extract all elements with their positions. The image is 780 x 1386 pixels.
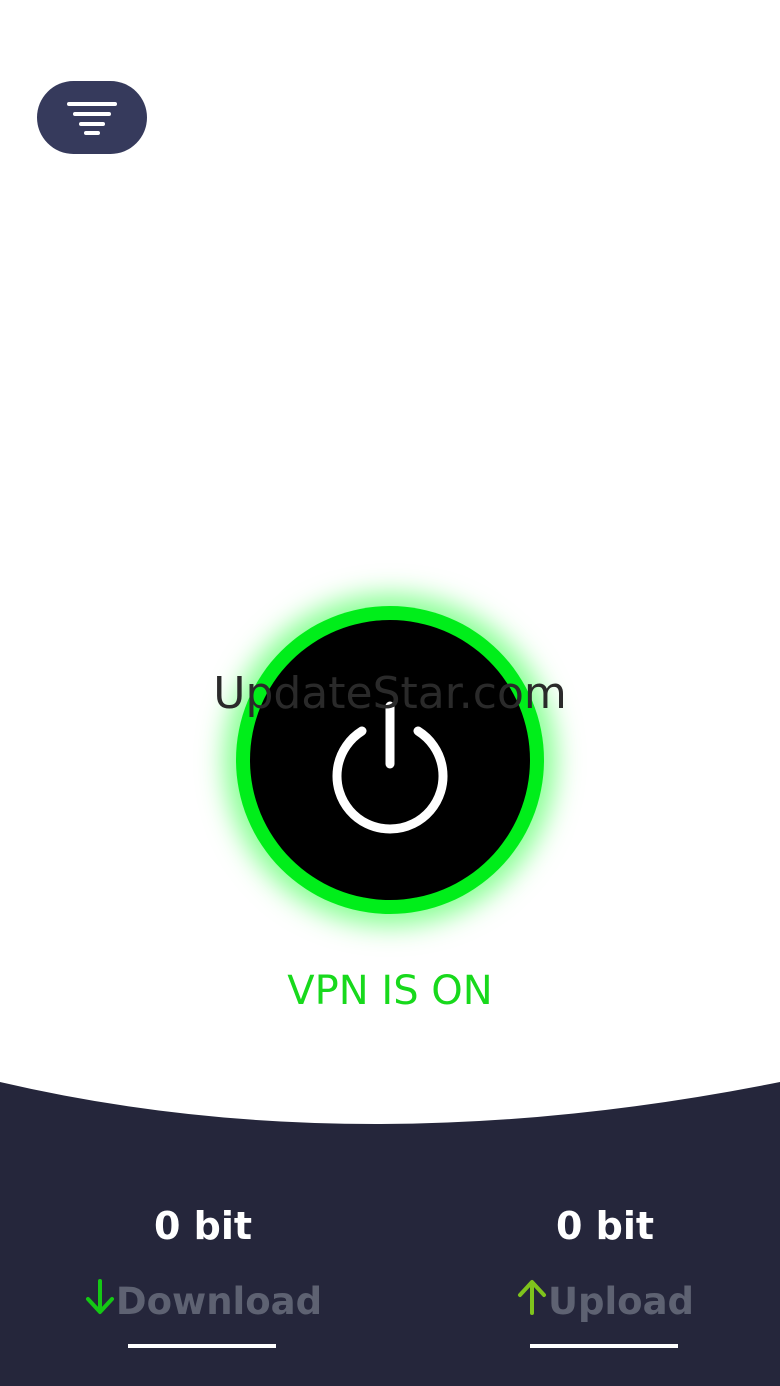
arrow-down-icon	[84, 1278, 116, 1325]
download-underline	[128, 1344, 276, 1348]
upload-tab[interactable]: Upload	[455, 1278, 755, 1325]
arrow-up-icon	[516, 1278, 548, 1325]
download-label: Download	[115, 1280, 323, 1323]
filter-menu-icon	[67, 101, 117, 135]
power-button[interactable]	[250, 620, 530, 900]
upload-value: 0 bit	[555, 1204, 655, 1248]
download-tab[interactable]: Download	[53, 1278, 353, 1325]
upload-underline	[530, 1344, 678, 1348]
power-icon	[332, 701, 448, 834]
download-value: 0 bit	[153, 1204, 253, 1248]
stats-panel: 0 bit Download 0 bit Upload	[0, 1070, 780, 1386]
menu-button[interactable]	[37, 81, 147, 154]
vpn-status-text: VPN IS ON	[287, 968, 493, 1014]
upload-label: Upload	[547, 1280, 695, 1323]
